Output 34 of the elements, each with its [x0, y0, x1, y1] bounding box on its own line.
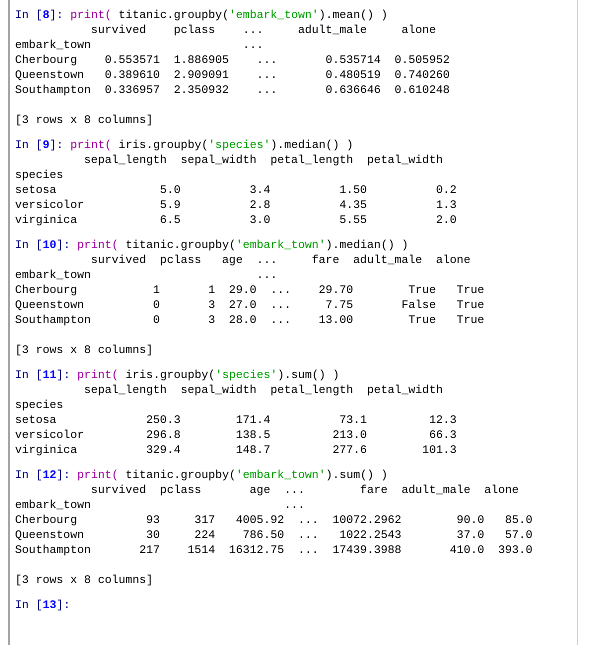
output-line: virginica 6.5 3.0 5.55 2.0	[15, 213, 457, 228]
output-line: embark_town ...	[15, 498, 305, 513]
output-line: setosa 250.3 171.4 73.1 12.3	[15, 413, 457, 428]
output-line: Queenstown 0.389610 2.909091 ... 0.480519 0.740260	[15, 68, 450, 83]
output-line: survived pclass age ... fare adult_male alone	[90, 253, 470, 268]
output-line: embark_town ...	[15, 38, 264, 53]
output-line: Southampton 217 1514 16312.75 ... 17439.3988 410.0 393.0	[15, 543, 533, 558]
output-line: Cherbourg 93 317 4005.92 ... 10072.2962 90.0 85.0	[15, 513, 533, 528]
input-line: In [13]:	[15, 598, 70, 613]
output-line: [3 rows x 8 columns]	[15, 113, 154, 128]
output-line: species	[15, 168, 64, 183]
output-line: Cherbourg 0.553571 1.886905 ... 0.535714 0.505952	[15, 53, 450, 68]
output-line: survived pclass ... adult_male alone	[90, 23, 436, 38]
output-line: virginica 329.4 148.7 277.6 101.3	[15, 443, 457, 458]
output-line: versicolor 296.8 138.5 213.0 66.3	[15, 428, 457, 443]
input-line: In [11]: print( iris.groupby('species').sum() )	[15, 368, 340, 383]
input-line: In [9]: print( iris.groupby('species').median() )	[15, 138, 354, 153]
output-line: sepal_length sepal_width petal_length petal_width	[83, 153, 443, 168]
output-line: embark_town ...	[15, 268, 278, 283]
output-line: Cherbourg 1 1 29.0 ... 29.70 True True	[15, 283, 484, 298]
output-line: species	[15, 398, 64, 413]
output-line: Queenstown 30 224 786.50 ... 1022.2543 37.0 57.0	[15, 528, 533, 543]
output-line: Queenstown 0 3 27.0 ... 7.75 False True	[15, 298, 484, 313]
output-line: [3 rows x 8 columns]	[15, 573, 154, 588]
output-line: sepal_length sepal_width petal_length petal_width	[83, 383, 443, 398]
output-line: Southampton 0 3 28.0 ... 13.00 True True	[15, 313, 484, 328]
output-line: survived pclass age ... fare adult_male alone	[90, 483, 519, 498]
output-line: Southampton 0.336957 2.350932 ... 0.636646 0.610248	[15, 83, 450, 98]
output-line: versicolor 5.9 2.8 4.35 1.3	[15, 198, 457, 213]
input-line: In [8]: print( titanic.groupby('embark_town').mean() )	[15, 8, 388, 23]
output-line: setosa 5.0 3.4 1.50 0.2	[15, 183, 457, 198]
output-line: [3 rows x 8 columns]	[15, 343, 154, 358]
input-line: In [12]: print( titanic.groupby('embark_town').sum() )	[15, 468, 388, 483]
input-line: In [10]: print( titanic.groupby('embark_town').median() )	[15, 238, 408, 253]
